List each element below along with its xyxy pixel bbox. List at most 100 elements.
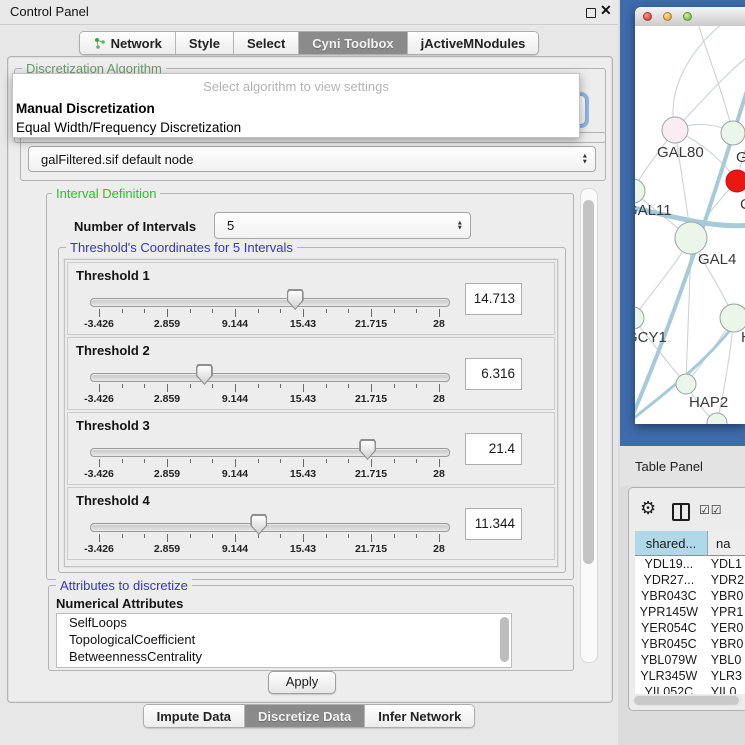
threshold-slider-handle[interactable]	[359, 439, 376, 460]
threshold-slider-track[interactable]	[90, 298, 450, 307]
node-center-large[interactable]	[675, 222, 707, 254]
threshold-value-field[interactable]: 6.316	[465, 358, 522, 390]
number-of-intervals-value: 5	[227, 218, 234, 233]
columns-icon[interactable]	[672, 503, 690, 521]
threshold-label: Threshold 2	[76, 343, 150, 358]
node-top-right[interactable]	[721, 121, 745, 145]
tab-network[interactable]: Network	[80, 32, 176, 54]
tab-jactivemnodules[interactable]: jActiveMNodules	[408, 32, 539, 54]
zoom-traffic-light[interactable]	[683, 12, 692, 21]
threshold-value-field[interactable]: 14.713	[465, 283, 522, 315]
node-gal80[interactable]	[662, 117, 688, 143]
top-tab-bar: Network Style Select Cyni Toolbox jActiv…	[0, 31, 618, 55]
node-selected-red[interactable]	[726, 170, 745, 192]
node-label-partial-h: H	[741, 329, 745, 346]
slider-tick-labels: -3.426 2.859 9.144 15.43 21.715 28	[90, 393, 448, 405]
attribute-list-item[interactable]: TopologicalCoefficient	[57, 631, 511, 648]
float-window-icon[interactable]	[586, 8, 596, 18]
attribute-list-item[interactable]: BetweennessCentrality	[57, 648, 511, 665]
threshold-label: Threshold 1	[76, 268, 150, 283]
table-row[interactable]: YLR345W YLR3	[635, 669, 745, 685]
table-row[interactable]: YBL079W YBL0	[635, 653, 745, 669]
popup-item-manual-discretization[interactable]: Manual Discretization	[13, 99, 579, 118]
tab-select[interactable]: Select	[234, 32, 299, 54]
threshold-row: Threshold 2 -3.426 2.859 9.144 15.43 21.…	[67, 337, 555, 410]
node-label-partial-ga: GA	[736, 149, 745, 166]
close-icon[interactable]: ✕	[600, 2, 612, 19]
threshold-row: Threshold 3 -3.426 2.859 9.144 15.43 21.…	[67, 412, 555, 485]
threshold-label: Threshold 3	[76, 418, 150, 433]
settings-scrollbar-thumb[interactable]	[583, 200, 594, 564]
table-row[interactable]: YIL052C YIL0	[635, 685, 745, 694]
combo-stepper-icon: ▲▼	[457, 220, 463, 231]
combo-stepper-icon: ▲▼	[582, 154, 588, 165]
table-hscrollbar-track[interactable]	[633, 695, 741, 706]
table-row[interactable]: YDR27... YDR2	[635, 573, 745, 589]
node-right-mid[interactable]	[720, 304, 745, 332]
column-header-shared[interactable]: shared...	[635, 531, 708, 556]
panel-title: Control Panel	[10, 4, 89, 19]
attributes-list: SelfLoops TopologicalCoefficient Between…	[56, 613, 512, 668]
close-traffic-light[interactable]	[643, 12, 652, 21]
network-canvas[interactable]: GAL80 GA C GAL11 GAL4 GCY1 H HAP2	[635, 26, 745, 424]
threshold-slider-handle[interactable]	[287, 289, 304, 310]
popup-item-equal-width[interactable]: Equal Width/Frequency Discretization	[13, 118, 579, 137]
node-bottom-partial[interactable]	[707, 413, 727, 424]
network-window-titlebar[interactable]	[635, 7, 745, 27]
slider-tick-labels: -3.426 2.859 9.144 15.43 21.715 28	[90, 318, 448, 330]
table-row[interactable]: YPR145W YPR1	[635, 605, 745, 621]
tab-network-label: Network	[111, 36, 162, 51]
tab-cyni-toolbox[interactable]: Cyni Toolbox	[299, 32, 407, 54]
slider-tick-labels: -3.426 2.859 9.144 15.43 21.715 28	[90, 543, 448, 555]
node-label-gal4: GAL4	[698, 251, 736, 268]
table-hscrollbar-thumb[interactable]	[634, 696, 739, 705]
thresholds-pane: Threshold 1 -3.426 2.859 9.144 15.43 21.…	[64, 259, 558, 567]
tab-discretize-data[interactable]: Discretize Data	[245, 705, 365, 727]
attribute-list-item[interactable]: SelfLoops	[57, 614, 511, 631]
table-row[interactable]: YDL19... YDL1	[635, 557, 745, 573]
network-window: GAL80 GA C GAL11 GAL4 GCY1 H HAP2	[635, 7, 745, 424]
threshold-row: Threshold 1 -3.426 2.859 9.144 15.43 21.…	[67, 262, 555, 335]
threshold-slider-track[interactable]	[90, 523, 450, 532]
node-label-gal11: GAL11	[635, 202, 672, 219]
node-label-partial-c: C	[740, 196, 745, 213]
threshold-slider-track[interactable]	[90, 373, 450, 382]
node-hap2[interactable]	[676, 374, 696, 394]
threshold-value-field[interactable]: 21.4	[465, 433, 522, 465]
node-label-gcy1: GCY1	[635, 329, 667, 346]
thresholds-group-title: Threshold's Coordinates for 5 Intervals	[66, 240, 297, 255]
number-of-intervals-combobox[interactable]: 5 ▲▼	[214, 212, 471, 239]
node-table: shared... na YDL19... YDL1 YDR27... YDR2…	[635, 531, 745, 694]
node-label-gal80: GAL80	[657, 144, 704, 161]
algorithm-dropdown-popup: Select algorithm to view settings Manual…	[12, 73, 580, 138]
node-gcy1[interactable]	[635, 307, 644, 329]
apply-button[interactable]: Apply	[268, 671, 336, 694]
checkbox-icons[interactable]: ☑☑	[699, 503, 723, 517]
attributes-group-title: Attributes to discretize	[56, 578, 192, 593]
attributes-list-scrollbar-thumb[interactable]	[500, 617, 509, 662]
node-label-hap2: HAP2	[689, 394, 728, 411]
column-header-name[interactable]: na	[708, 531, 745, 556]
slider-tick-labels: -3.426 2.859 9.144 15.43 21.715 28	[90, 468, 448, 480]
table-data-combobox[interactable]: galFiltered.sif default node ▲▼	[28, 146, 596, 172]
table-panel-title: Table Panel	[635, 459, 703, 474]
control-panel-titlebar	[0, 0, 618, 25]
gear-icon[interactable]: ⚙	[640, 498, 656, 519]
tab-style[interactable]: Style	[176, 32, 234, 54]
threshold-slider-track[interactable]	[90, 448, 450, 457]
number-of-intervals-label: Number of Intervals	[74, 219, 196, 234]
threshold-slider-handle[interactable]	[250, 514, 267, 535]
threshold-slider-handle[interactable]	[196, 364, 213, 385]
table-row[interactable]: YBR043C YBR0	[635, 589, 745, 605]
table-row[interactable]: YBR045C YBR0	[635, 637, 745, 653]
bottom-tab-bar: Impute Data Discretize Data Infer Networ…	[0, 704, 618, 728]
tab-infer-network[interactable]: Infer Network	[365, 705, 474, 727]
network-graph: GAL80 GA C GAL11 GAL4 GCY1 H HAP2	[635, 26, 745, 424]
network-icon	[93, 37, 106, 50]
threshold-value-field[interactable]: 11.344	[465, 508, 522, 540]
numerical-attributes-label: Numerical Attributes	[56, 596, 183, 611]
table-row[interactable]: YER054C YER0	[635, 621, 745, 637]
tab-impute-data[interactable]: Impute Data	[144, 705, 245, 727]
interval-definition-title: Interval Definition	[52, 186, 160, 201]
minimize-traffic-light[interactable]	[663, 12, 672, 21]
